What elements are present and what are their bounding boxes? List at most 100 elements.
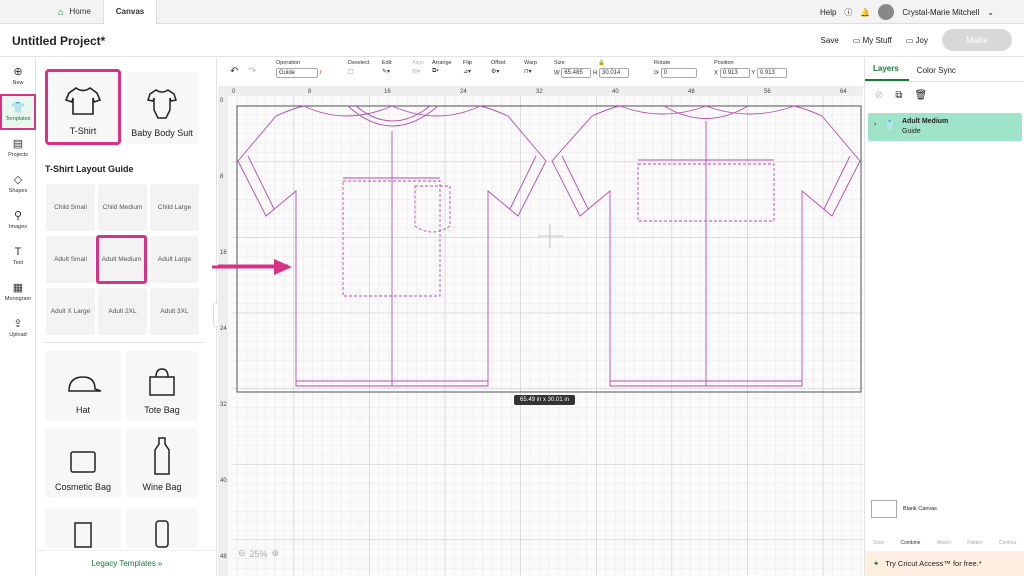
size-readout: 65.49 in x 30.01 in (514, 395, 576, 405)
legacy-templates-link[interactable]: Legacy Templates » (37, 550, 216, 576)
card-icon (74, 522, 92, 548)
tshirt-icon: 👕 (884, 120, 896, 130)
rail-monogram[interactable]: ▦ Monogram (0, 274, 36, 310)
my-stuff-button[interactable]: ▭ My Stuff (853, 36, 892, 45)
blank-canvas-label: Blank Canvas (903, 506, 937, 512)
width-input[interactable]: 65.485 (561, 68, 592, 78)
avatar[interactable] (878, 4, 895, 20)
chevron-right-icon[interactable]: › (874, 121, 876, 128)
ruler-tick-label: 64 (840, 89, 847, 95)
pen-icon[interactable]: / (320, 71, 322, 77)
size-card-child-medium[interactable]: Child Medium (98, 184, 147, 231)
rotate-icon: ⟳ (654, 70, 660, 77)
attach-button[interactable]: Attach (937, 540, 951, 546)
size-card-child-small[interactable]: Child Small (46, 184, 95, 231)
tshirt-icon (65, 87, 101, 115)
help-icon[interactable]: ⓘ (844, 7, 852, 18)
layer-adult-medium[interactable]: › 👕 Adult Medium Guide (868, 113, 1022, 141)
arrange-icon[interactable]: ⧉▾ (432, 68, 439, 74)
help-link[interactable]: Help (820, 8, 836, 17)
rail-images[interactable]: ⚲ Images (0, 202, 36, 238)
layout-guide-title: T-Shirt Layout Guide (45, 164, 134, 174)
flip-icon[interactable]: ⊿▾ (463, 69, 471, 75)
size-card-adult-3xl[interactable]: Adult 3XL (150, 288, 199, 335)
page-title[interactable]: Untitled Project* (12, 34, 105, 48)
tab-layers[interactable]: Layers (865, 64, 909, 81)
lock-icon[interactable]: 🔒 (598, 60, 605, 66)
home-icon: ⌂ (58, 6, 64, 17)
ruler-tick-label: 24 (460, 89, 467, 95)
rail-new[interactable]: ⊕ New (0, 58, 36, 94)
blank-canvas-swatch[interactable] (871, 500, 897, 518)
ruler-tick-label: 24 (220, 326, 227, 332)
size-card-adult-x-large[interactable]: Adult X Large (46, 288, 95, 335)
upload-icon: ⇪ (13, 317, 23, 330)
zoom-control[interactable]: ⊖ 25% ⊕ (238, 548, 279, 559)
rail-upload[interactable]: ⇪ Upload (0, 310, 36, 346)
trash-icon[interactable]: 🗑 (915, 90, 928, 101)
chevron-down-icon[interactable]: ⌄ (987, 8, 994, 17)
ruler-tick-label: 56 (764, 89, 771, 95)
redo-icon[interactable]: ↷ (248, 66, 256, 77)
ungroup-icon[interactable]: ⊘ (875, 90, 883, 101)
zoom-in-icon[interactable]: ⊕ (272, 548, 280, 559)
flatten-button[interactable]: Flatten (967, 540, 982, 546)
layers-panel: Layers Color Sync ⊘ ⧉ 🗑 › 👕 Adult Medium… (864, 58, 1024, 576)
tumbler-icon (155, 520, 169, 548)
align-icon[interactable]: ⊞▾ (412, 69, 420, 75)
rail-text[interactable]: T Text (0, 238, 36, 274)
size-card-child-large[interactable]: Child Large (150, 184, 199, 231)
edit-toolbar: ↶ ↷ Operation Guide / Deselect ⬚ Edit ✎▾ Al… (218, 58, 863, 86)
duplicate-icon[interactable]: ⧉ (895, 90, 902, 101)
tshirt-icon: 👕 (11, 101, 25, 114)
design-canvas[interactable]: 0 8 16 24 32 40 48 56 64 0 8 16 24 32 40 48 65.49 in x… (218, 86, 863, 576)
combine-button[interactable]: Combine (900, 540, 920, 546)
rail-shapes[interactable]: ◇ Shapes (0, 166, 36, 202)
operation-select[interactable]: Guide (276, 68, 318, 78)
user-name[interactable]: Crystal-Marie Mitchell (902, 8, 979, 17)
save-button[interactable]: Save (821, 36, 839, 45)
template-cosmetic-bag[interactable]: Cosmetic Bag (45, 428, 121, 498)
contour-button[interactable]: Contour (999, 540, 1017, 546)
bodysuit-icon (147, 89, 177, 119)
x-input[interactable]: 0.913 (719, 68, 750, 78)
ruler-tick-label: 40 (220, 478, 227, 484)
template-hat[interactable]: Hat (45, 351, 121, 421)
machine-button[interactable]: ▭ Joy (906, 36, 928, 45)
warp-icon[interactable]: ⊓▾ (524, 69, 532, 75)
template-tote-bag[interactable]: Tote Bag (126, 351, 198, 421)
bell-icon[interactable]: 🔔 (860, 8, 870, 17)
deselect-icon[interactable]: ⬚ (348, 69, 354, 75)
size-card-adult-medium[interactable]: Adult Medium (96, 235, 147, 284)
size-card-adult-2xl[interactable]: Adult 2XL (98, 288, 147, 335)
tab-canvas[interactable]: Canvas (102, 0, 158, 24)
size-card-adult-small[interactable]: Adult Small (46, 236, 95, 283)
tab-home[interactable]: ⌂ Home (0, 0, 103, 24)
top-tab-bar: ⌂ Home Canvas Help ⓘ 🔔 Crystal-Marie Mitc… (0, 0, 1024, 24)
template-card[interactable] (45, 508, 121, 548)
tab-color-sync[interactable]: Color Sync (909, 66, 966, 81)
template-baby-body-suit[interactable]: Baby Body Suit (126, 72, 198, 144)
text-icon: T (14, 245, 22, 258)
rail-projects[interactable]: ▤ Projects (0, 130, 36, 166)
rail-templates[interactable]: 👕 Templates (0, 94, 36, 130)
template-wine-bag[interactable]: Wine Bag (126, 428, 198, 498)
slice-button[interactable]: Slice (873, 540, 884, 546)
rotate-input[interactable]: 0 (660, 68, 697, 78)
template-tumbler[interactable] (126, 508, 198, 548)
y-input[interactable]: 0.913 (756, 68, 787, 78)
canvas-svg[interactable]: 0 8 16 24 32 40 48 56 64 081624324048 (218, 86, 863, 576)
left-nav-rail: ⊕ New 👕 Templates ▤ Projects ◇ Shapes ⚲ Image… (0, 58, 36, 576)
edit-icon[interactable]: ✎▾ (382, 69, 390, 75)
ruler-tick-label: 32 (220, 402, 227, 408)
project-header: Untitled Project* Save ▭ My Stuff ▭ Joy … (0, 25, 1024, 57)
size-card-adult-large[interactable]: Adult Large (150, 236, 199, 283)
offset-icon[interactable]: ⚙▾ (491, 69, 499, 75)
zoom-out-icon[interactable]: ⊖ (238, 548, 246, 559)
make-button[interactable]: Make (942, 29, 1012, 51)
undo-icon[interactable]: ↶ (230, 66, 238, 77)
shapes-icon: ◇ (13, 173, 23, 186)
template-tshirt[interactable]: T-Shirt (45, 69, 121, 145)
height-input[interactable]: 30.014 (599, 68, 630, 78)
cricut-access-banner[interactable]: ✦ Try Cricut Access™ for free.* (865, 551, 1024, 576)
